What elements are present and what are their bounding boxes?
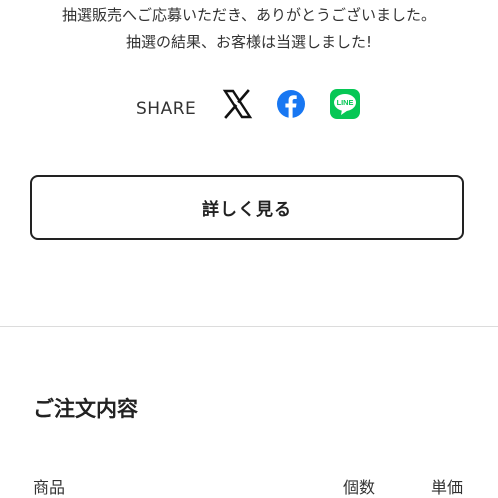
column-header-quantity: 個数 bbox=[343, 478, 376, 497]
order-details-heading: ご注文内容 bbox=[33, 397, 138, 421]
x-logo-icon[interactable] bbox=[221, 88, 253, 120]
lottery-thanks-message: 抽選販売へご応募いただき、ありがとうございました。 bbox=[62, 6, 436, 24]
line-icon[interactable]: LINE bbox=[329, 88, 361, 120]
lottery-result-message: 抽選の結果、お客様は当選しました! bbox=[125, 33, 372, 51]
share-row: SHARE LINE bbox=[0, 88, 498, 122]
facebook-icon[interactable] bbox=[275, 88, 307, 120]
column-header-product: 商品 bbox=[33, 478, 66, 497]
section-divider bbox=[0, 326, 498, 327]
share-label: SHARE bbox=[136, 99, 197, 119]
view-details-button[interactable]: 詳しく見る bbox=[30, 175, 464, 240]
column-header-unit-price: 単価 bbox=[431, 478, 464, 497]
line-icon-text: LINE bbox=[337, 98, 354, 107]
